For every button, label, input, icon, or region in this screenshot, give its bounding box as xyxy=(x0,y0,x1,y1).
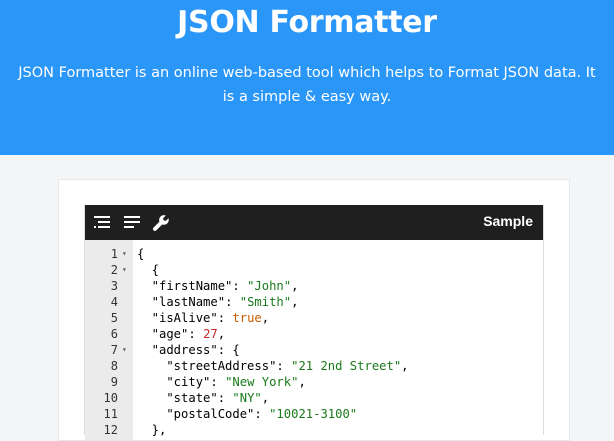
code-text: { xyxy=(137,247,145,261)
line-number: 3 xyxy=(110,279,118,293)
line-number: 9 xyxy=(110,375,118,389)
code-line: 8 "streetAddress": "21 2nd Street", xyxy=(85,358,543,374)
line-number: 2 xyxy=(110,263,118,277)
code-line: 10 "state": "NY", xyxy=(85,390,543,406)
code-line: 6 "age": 27, xyxy=(85,326,543,342)
code-text: { xyxy=(137,263,160,277)
line-number: 12 xyxy=(103,423,118,437)
code-text: "age": 27, xyxy=(137,327,226,341)
code-line: 1 ▾ { xyxy=(85,246,543,262)
code-text: "city": "New York", xyxy=(137,375,306,389)
code-line: 5 "isAlive": true, xyxy=(85,310,543,326)
line-number: 11 xyxy=(103,407,118,421)
editor-toolbar: Sample xyxy=(85,205,543,240)
json-editor[interactable]: Sample 1 ▾{2 ▾ {3 "firstName": "John", 4 "l… xyxy=(84,205,544,440)
code-line: 11 "postalCode": "10021-3100" xyxy=(85,406,543,422)
line-number: 6 xyxy=(110,327,118,341)
line-number: 8 xyxy=(110,359,118,373)
line-number: 1 xyxy=(110,247,118,261)
page-description: JSON Formatter is an online web-based to… xyxy=(18,65,596,105)
sample-button[interactable]: Sample xyxy=(483,213,533,229)
code-line: 4 "lastName": "Smith", xyxy=(85,294,543,310)
code-text: "lastName": "Smith", xyxy=(137,295,299,309)
hero-banner: JSON Formatter JSON Formatter is an onli… xyxy=(0,0,614,155)
fold-toggle-icon[interactable]: ▾ xyxy=(122,342,127,358)
code-text: "address": { xyxy=(137,343,240,357)
code-line: 9 "city": "New York", xyxy=(85,374,543,390)
code-text: "state": "NY", xyxy=(137,391,270,405)
fold-toggle-icon[interactable]: ▾ xyxy=(122,246,127,262)
code-text: "firstName": "John", xyxy=(137,279,299,293)
code-line: 7 ▾ "address": { xyxy=(85,342,543,358)
code-text: "streetAddress": "21 2nd Street", xyxy=(137,359,409,373)
wrench-icon[interactable] xyxy=(152,214,170,231)
page-title: JSON Formatter xyxy=(177,5,437,40)
code-text: }, xyxy=(137,423,167,437)
fold-toggle-icon[interactable]: ▾ xyxy=(122,262,127,278)
compact-icon[interactable] xyxy=(123,214,141,230)
line-number: 4 xyxy=(110,295,118,309)
code-line: 12 }, xyxy=(85,422,543,438)
code-text: "postalCode": "10021-3100" xyxy=(137,407,358,421)
code-text: "isAlive": true, xyxy=(137,311,270,325)
code-line: 2 ▾ { xyxy=(85,262,543,278)
format-icon[interactable] xyxy=(93,214,111,230)
code-line: 3 "firstName": "John", xyxy=(85,278,543,294)
line-number: 10 xyxy=(103,391,118,405)
line-number: 7 xyxy=(110,343,118,357)
line-number: 5 xyxy=(110,311,118,325)
